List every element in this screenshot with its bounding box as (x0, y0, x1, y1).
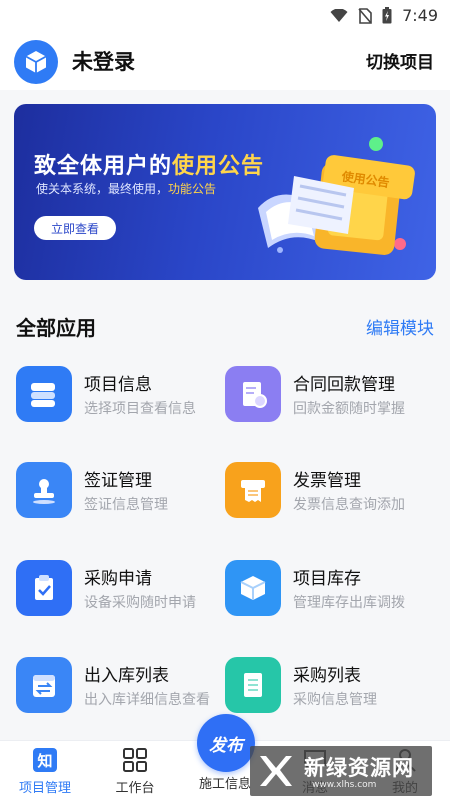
publish-button[interactable]: 发布 (197, 714, 255, 772)
app-desc: 管理库存出库调拨 (293, 595, 405, 611)
app-desc: 设备采购随时申请 (84, 595, 196, 611)
section-title: 全部应用 (16, 316, 96, 340)
announcement-illustration: 使用公告 (258, 137, 415, 255)
banner-subtitle-highlight: 功能公告 (168, 182, 217, 196)
status-icons: 7:49 (330, 6, 438, 25)
invoice-icon (225, 462, 281, 518)
watermark-url: www.xlhs.com (312, 780, 377, 790)
banner-title-prefix: 致全体用户的 (34, 154, 173, 179)
battery-charging-icon (382, 7, 392, 24)
status-bar: 7:49 (0, 0, 450, 32)
tab-label: 施工信息 (198, 777, 251, 792)
watermark-logo-icon (260, 756, 292, 786)
watermark: 新绿资源网 www.xlhs.com (250, 746, 432, 796)
app-name: 采购列表 (293, 666, 361, 686)
app-desc: 发票信息查询添加 (293, 497, 405, 513)
banner-subtitle-prefix: 使关本系统，最终使用， (36, 182, 169, 196)
app-item-purchase-request[interactable]: 采购申请 设备采购随时申请 (16, 560, 226, 630)
app-item-project-inventory[interactable]: 项目库存 管理库存出库调拨 (225, 560, 435, 630)
app-item-visa-management[interactable]: 签证管理 签证信息管理 (16, 462, 226, 532)
banner-title-highlight: 使用公告 (172, 154, 265, 179)
no-sim-icon (358, 7, 372, 24)
app-item-inout-list[interactable]: 出入库列表 出入库详细信息查看 (16, 657, 226, 727)
clipboard-icon (16, 560, 72, 616)
tab-label: 项目管理 (18, 781, 71, 796)
app-desc: 出入库详细信息查看 (84, 692, 210, 708)
app-name: 采购申请 (84, 569, 152, 589)
login-status[interactable]: 未登录 (72, 46, 135, 76)
app-item-contract-payment[interactable]: 合同回款管理 回款金额随时掌握 (225, 366, 435, 436)
inout-icon (16, 657, 72, 713)
status-time: 7:49 (402, 6, 438, 25)
switch-project-button[interactable]: 切换项目 (366, 48, 434, 73)
list-icon (225, 657, 281, 713)
app-desc: 采购信息管理 (293, 692, 377, 708)
cube-icon (25, 51, 47, 73)
app-desc: 签证信息管理 (84, 497, 168, 513)
app-name: 签证管理 (84, 471, 152, 491)
app-item-invoice-management[interactable]: 发票管理 发票信息查询添加 (225, 462, 435, 532)
watermark-text: 新绿资源网 (304, 756, 414, 780)
view-now-button[interactable]: 立即查看 (34, 216, 116, 240)
app-name: 发票管理 (293, 471, 361, 491)
app-name: 合同回款管理 (293, 375, 395, 395)
app-desc: 选择项目查看信息 (84, 401, 196, 417)
books-icon (16, 366, 72, 422)
app-item-purchase-list[interactable]: 采购列表 采购信息管理 (225, 657, 435, 727)
app-logo (14, 40, 58, 84)
header: 未登录 切换项目 (0, 32, 450, 90)
box-icon (225, 560, 281, 616)
tab-icon-text: 知 (37, 752, 52, 770)
app-item-project-info[interactable]: 项目信息 选择项目查看信息 (16, 366, 226, 436)
tab-workbench[interactable]: 工作台 (95, 747, 175, 799)
wifi-icon (330, 8, 348, 22)
edit-module-button[interactable]: 编辑模块 (366, 314, 434, 339)
banner-subtitle: 使关本系统，最终使用，功能公告 (36, 180, 216, 197)
app-name: 项目信息 (84, 375, 152, 395)
app-desc: 回款金额随时掌握 (293, 401, 405, 417)
tab-label: 工作台 (115, 781, 155, 796)
app-name: 项目库存 (293, 569, 361, 589)
announcement-banner[interactable]: 致全体用户的使用公告 使关本系统，最终使用，功能公告 立即查看 使用公告 (14, 104, 436, 280)
grid-icon (123, 748, 147, 772)
contract-icon (225, 366, 281, 422)
tab-project-management[interactable]: 知 项目管理 (5, 747, 85, 799)
stamp-icon (16, 462, 72, 518)
project-management-icon: 知 (33, 748, 57, 772)
app-name: 出入库列表 (84, 666, 169, 686)
banner-title: 致全体用户的使用公告 (34, 148, 264, 180)
